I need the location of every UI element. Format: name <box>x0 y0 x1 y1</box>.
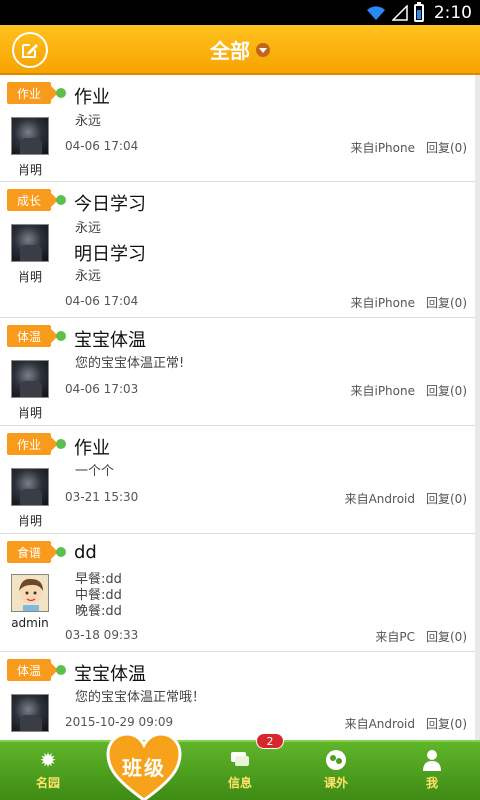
avatar[interactable] <box>11 694 49 732</box>
app-header: 全部 <box>0 25 480 75</box>
wifi-icon <box>366 5 385 20</box>
post-text: 一个个 <box>75 464 115 479</box>
post-source: 来自Android <box>344 492 415 506</box>
nav-item-kewai[interactable]: 课外 <box>288 742 384 800</box>
category-tag: 食谱 <box>7 541 58 563</box>
avatar[interactable] <box>11 117 49 155</box>
status-dot-icon <box>56 439 66 449</box>
paw-icon <box>326 750 346 770</box>
post-source: 来自PC <box>375 630 415 644</box>
post-source: 来自Android <box>344 717 415 731</box>
chat-icon <box>231 752 249 766</box>
reply-link[interactable]: 回复(0) <box>426 139 467 156</box>
author-name: 肖明 <box>17 514 42 528</box>
post-text: 您的宝宝体温正常! <box>75 356 185 371</box>
author-name: admin <box>11 616 49 630</box>
nav-label: 班级 <box>122 756 166 780</box>
status-dot-icon <box>56 195 66 205</box>
category-tag: 体温 <box>7 659 58 681</box>
feed-post[interactable]: 成长 肖明 今日学习 永远 明日学习 永远 04-06 17:04 来自iPho… <box>0 182 475 318</box>
post-text: 晚餐:dd <box>75 604 122 619</box>
category-tag: 作业 <box>7 433 58 455</box>
status-dot-icon <box>56 547 66 557</box>
nav-item-xinxi[interactable]: 信息 <box>192 742 288 800</box>
status-time: 2:10 <box>433 2 472 23</box>
post-date: 04-06 17:04 <box>65 294 139 308</box>
feed-post[interactable]: 体温 肖明 宝宝体温 您的宝宝体温正常! 04-06 17:03 来自iPhon… <box>0 318 475 426</box>
filter-dropdown[interactable]: 全部 <box>0 25 480 73</box>
feed-post[interactable]: 作业 肖明 作业 永远 04-06 17:04 来自iPhone 回复(0) <box>0 75 475 182</box>
post-date: 03-21 15:30 <box>65 490 139 504</box>
nav-label: 课外 <box>323 776 348 790</box>
post-text: 永远 <box>75 221 102 236</box>
reply-link[interactable]: 回复(0) <box>426 628 467 645</box>
post-text: 永远 <box>75 114 102 129</box>
category-tag: 体温 <box>7 325 58 347</box>
feed-post[interactable]: 食谱 admin dd 早餐:dd 中餐:dd 晚餐:dd 03-18 09:3… <box>0 534 475 652</box>
post-source: 来自iPhone <box>350 296 415 310</box>
nav-item-banji[interactable]: 班级 <box>106 732 182 800</box>
status-icons: 2:10 <box>366 1 472 23</box>
cartoon-girl-icon <box>19 578 43 611</box>
post-text: 您的宝宝体温正常哦！ <box>75 690 206 705</box>
nav-item-wo[interactable]: 我 <box>384 742 480 800</box>
category-tag: 作业 <box>7 82 58 104</box>
nav-label: 信息 <box>227 776 252 790</box>
status-dot-icon <box>56 331 66 341</box>
battery-icon <box>413 1 424 22</box>
reply-link[interactable]: 回复(0) <box>426 715 467 732</box>
post-title: 宝宝体温 <box>74 330 146 351</box>
gear-icon: ✹ <box>39 748 57 772</box>
post-title: 作业 <box>74 438 110 459</box>
post-date: 2015-10-29 09:09 <box>65 715 174 729</box>
post-date: 03-18 09:33 <box>65 628 139 642</box>
post-text: 永远 <box>75 269 102 284</box>
post-title: 作业 <box>74 87 110 108</box>
nav-label: 我 <box>425 776 438 790</box>
status-bar: 2:10 <box>0 0 480 25</box>
bottom-nav: ✹ 名园 班级 信息 2 课外 我 <box>0 732 480 800</box>
post-source: 来自iPhone <box>350 141 415 155</box>
feed-post[interactable]: 作业 肖明 作业 一个个 03-21 15:30 来自Android 回复(0) <box>0 426 475 534</box>
post-source: 来自iPhone <box>350 384 415 398</box>
person-icon <box>423 750 441 771</box>
author-name: 肖明 <box>17 163 42 177</box>
feed-post[interactable]: 体温 肖明 宝宝体温 您的宝宝体温正常哦！ 2015-10-29 09:09 来… <box>0 652 475 740</box>
status-dot-icon <box>56 665 66 675</box>
nav-label: 名园 <box>35 776 60 790</box>
author-name: 肖明 <box>17 406 42 420</box>
post-subtitle: 明日学习 <box>74 244 146 265</box>
post-title: dd <box>74 542 97 563</box>
category-tag: 成长 <box>7 189 58 211</box>
feed-list[interactable]: 作业 肖明 作业 永远 04-06 17:04 来自iPhone 回复(0) 成… <box>0 75 480 740</box>
page-title: 全部 <box>210 38 250 63</box>
post-date: 04-06 17:04 <box>65 139 139 153</box>
nav-item-mingyuan[interactable]: ✹ 名园 <box>0 742 96 800</box>
status-dot-icon <box>56 88 66 98</box>
post-title: 宝宝体温 <box>74 664 146 685</box>
reply-link[interactable]: 回复(0) <box>426 382 467 399</box>
reply-link[interactable]: 回复(0) <box>426 294 467 311</box>
unread-badge: 2 <box>256 733 284 749</box>
author-name: 肖明 <box>17 270 42 284</box>
avatar[interactable] <box>11 468 49 506</box>
avatar[interactable] <box>11 574 49 612</box>
avatar[interactable] <box>11 224 49 262</box>
post-date: 04-06 17:03 <box>65 382 139 396</box>
post-title: 今日学习 <box>74 194 146 215</box>
chevron-down-icon <box>256 43 270 57</box>
reply-link[interactable]: 回复(0) <box>426 490 467 507</box>
avatar[interactable] <box>11 360 49 398</box>
signal-icon <box>391 4 408 21</box>
